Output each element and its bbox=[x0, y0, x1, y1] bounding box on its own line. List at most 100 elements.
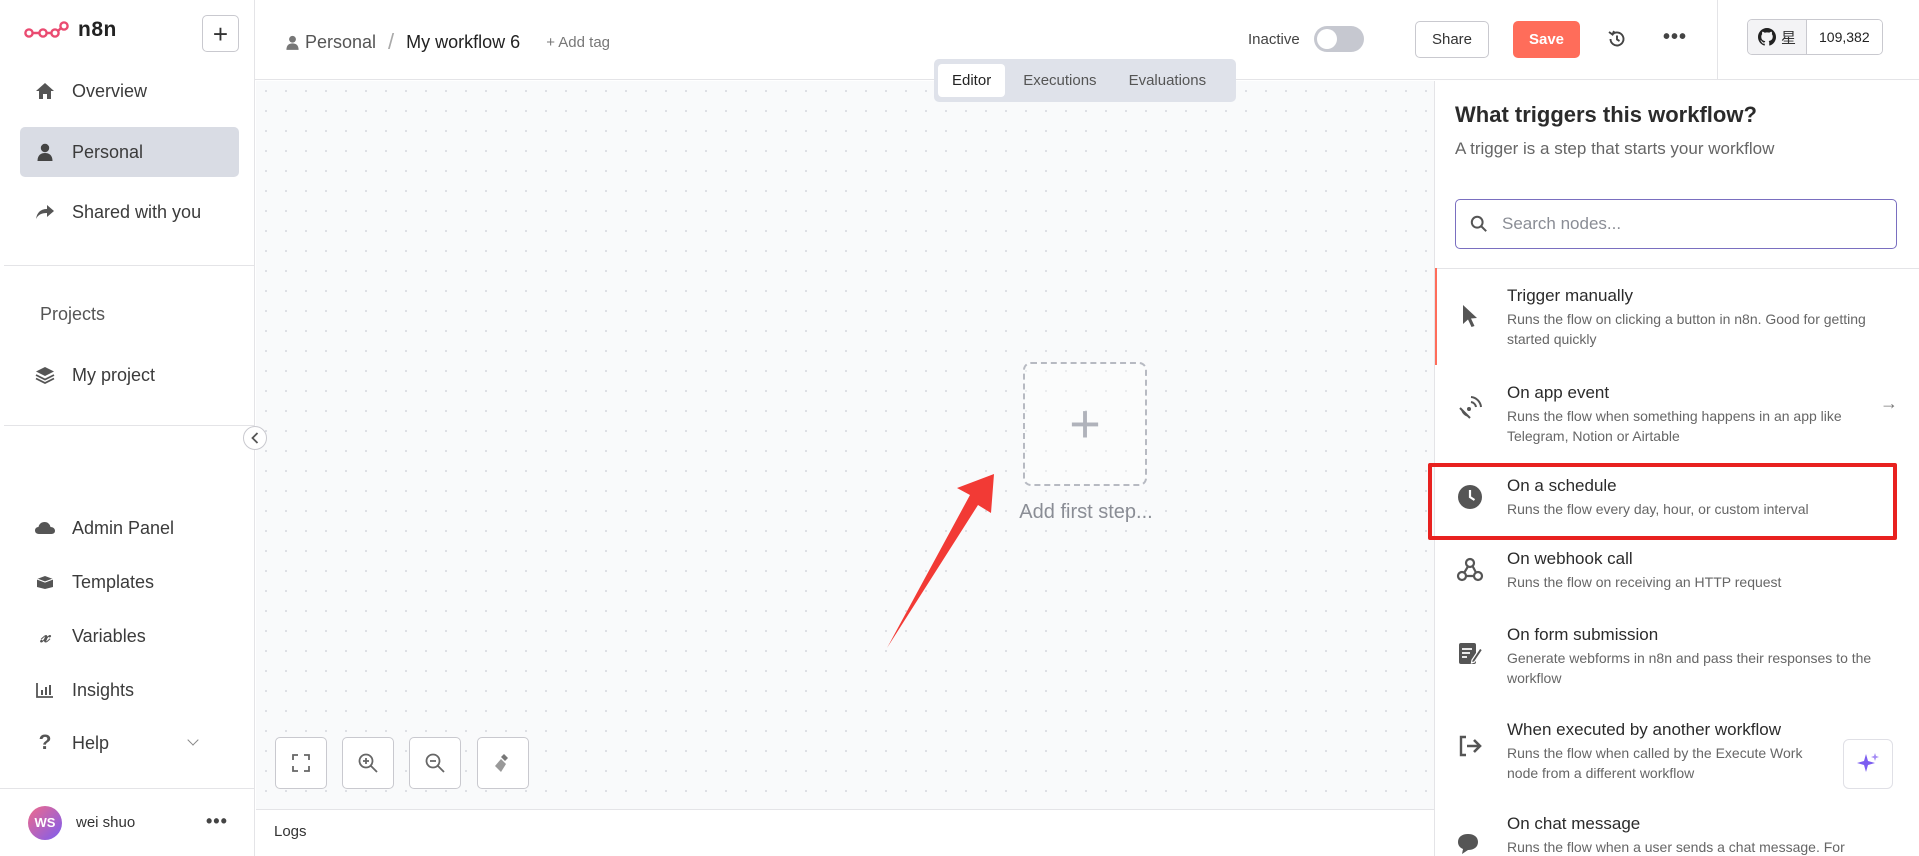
sidebar-item-personal[interactable]: Personal bbox=[20, 127, 239, 177]
sidebar-item-label: Variables bbox=[72, 625, 146, 646]
node-description: Generate webforms in n8n and pass their … bbox=[1507, 650, 1872, 686]
sidebar-item-admin-panel[interactable]: Admin Panel bbox=[20, 503, 239, 553]
avatar: WS bbox=[28, 805, 62, 840]
node-description: Runs the flow on receiving an HTTP reque… bbox=[1507, 574, 1782, 590]
annotation-arrow bbox=[887, 474, 994, 648]
search-input[interactable] bbox=[1502, 214, 1882, 234]
sidebar-item-label: Shared with you bbox=[72, 201, 202, 222]
zoom-in-button[interactable] bbox=[342, 737, 394, 789]
github-star-count: 109,382 bbox=[1807, 20, 1882, 54]
zoom-in-icon bbox=[358, 753, 378, 773]
sidebar-item-my-project[interactable]: My project bbox=[20, 350, 239, 400]
app-name: n8n bbox=[78, 18, 117, 41]
share-icon bbox=[34, 204, 56, 220]
sidebar-item-variables[interactable]: 𝓍 Variables bbox=[20, 611, 239, 661]
sidebar-item-label: My project bbox=[72, 364, 156, 385]
tab-editor[interactable]: Editor bbox=[938, 64, 1006, 97]
user-name: wei shuo bbox=[76, 814, 136, 831]
zoom-out-button[interactable] bbox=[409, 737, 461, 789]
node-title: When executed by another workflow bbox=[1507, 720, 1782, 739]
sidebar-item-shared[interactable]: Shared with you bbox=[20, 187, 239, 237]
user-icon bbox=[34, 143, 56, 161]
history-button[interactable] bbox=[1604, 26, 1630, 52]
node-description: Runs the flow when called by the Execute… bbox=[1507, 745, 1803, 781]
ai-assistant-button[interactable] bbox=[1843, 739, 1893, 789]
trigger-node-webhook[interactable]: On webhook call Runs the flow on receivi… bbox=[1435, 535, 1919, 610]
github-star-label-wrap: 星 bbox=[1748, 20, 1808, 54]
active-toggle[interactable] bbox=[1314, 26, 1364, 52]
header-divider bbox=[1717, 0, 1718, 80]
github-star-label: 星 bbox=[1781, 29, 1797, 47]
collapse-sidebar-button[interactable] bbox=[243, 426, 267, 450]
toggle-knob bbox=[1317, 29, 1337, 49]
user-menu[interactable]: WS wei shuo ••• bbox=[0, 788, 255, 856]
zoom-out-icon bbox=[425, 753, 445, 773]
sidebar-divider bbox=[4, 425, 255, 426]
layers-icon bbox=[34, 366, 56, 384]
add-tag-button[interactable]: + Add tag bbox=[546, 34, 610, 51]
home-icon bbox=[34, 82, 56, 100]
sidebar-item-label: Insights bbox=[72, 679, 135, 700]
add-first-step-label: Add first step... bbox=[1019, 501, 1153, 523]
n8n-logo-icon bbox=[24, 21, 69, 38]
sidebar: n8n + Overview Personal Shared with you … bbox=[0, 0, 255, 856]
sidebar-item-label: Personal bbox=[72, 141, 144, 162]
sidebar-item-label: Templates bbox=[72, 571, 155, 592]
active-status-label: Inactive bbox=[1248, 31, 1300, 48]
box-icon bbox=[34, 574, 56, 590]
create-button[interactable]: + bbox=[202, 15, 239, 52]
add-first-step-button[interactable]: + bbox=[1023, 362, 1147, 486]
workflow-name[interactable]: My workflow 6 bbox=[406, 32, 520, 53]
logs-bar[interactable]: Logs bbox=[256, 809, 1434, 852]
breadcrumb-project[interactable]: Personal bbox=[305, 32, 376, 53]
fullscreen-icon bbox=[292, 754, 310, 772]
sidebar-item-templates[interactable]: Templates bbox=[20, 557, 239, 607]
logs-label: Logs bbox=[274, 822, 307, 840]
node-description: Runs the flow when something happens in … bbox=[1507, 408, 1842, 444]
trigger-node-form[interactable]: On form submission Generate webforms in … bbox=[1435, 610, 1919, 705]
github-icon bbox=[1758, 28, 1776, 46]
question-icon: ? bbox=[38, 731, 52, 754]
fit-view-button[interactable] bbox=[275, 737, 327, 789]
sidebar-item-label: Overview bbox=[72, 80, 148, 101]
github-star-button[interactable]: 星 109,382 bbox=[1747, 19, 1883, 55]
satellite-icon bbox=[1455, 393, 1485, 423]
more-actions-button[interactable]: ••• bbox=[1663, 26, 1687, 49]
variable-icon: 𝓍 bbox=[40, 625, 50, 647]
panel-title: What triggers this workflow? bbox=[1455, 102, 1757, 127]
annotation-highlight-box bbox=[1428, 463, 1897, 540]
share-button[interactable]: Share bbox=[1415, 21, 1489, 58]
tab-evaluations[interactable]: Evaluations bbox=[1115, 64, 1221, 97]
trigger-node-app-event[interactable]: On app event Runs the flow when somethin… bbox=[1435, 365, 1919, 459]
view-tabs: Editor Executions Evaluations bbox=[934, 59, 1236, 102]
trigger-node-chat[interactable]: On chat message Runs the flow when a use… bbox=[1435, 799, 1919, 856]
node-title: Trigger manually bbox=[1507, 286, 1633, 305]
save-button[interactable]: Save bbox=[1513, 21, 1580, 58]
sidebar-item-insights[interactable]: Insights bbox=[20, 665, 239, 715]
sidebar-item-overview[interactable]: Overview bbox=[20, 66, 239, 116]
node-search[interactable] bbox=[1455, 199, 1897, 249]
node-description: Runs the flow on clicking a button in n8… bbox=[1507, 311, 1866, 347]
panel-subtitle: A trigger is a step that starts your wor… bbox=[1455, 139, 1775, 158]
chevron-left-icon bbox=[251, 432, 259, 444]
tidy-up-button[interactable] bbox=[477, 737, 529, 789]
sidebar-item-label: Help bbox=[72, 732, 110, 753]
node-title: On chat message bbox=[1507, 814, 1641, 833]
webhook-icon bbox=[1455, 555, 1485, 585]
n8n-logo[interactable]: n8n bbox=[24, 18, 117, 42]
projects-heading: Projects bbox=[40, 304, 106, 324]
node-description: Runs the flow when a user sends a chat m… bbox=[1507, 839, 1845, 855]
sparkle-icon bbox=[1857, 753, 1879, 772]
more-icon[interactable]: ••• bbox=[206, 811, 228, 832]
cloud-icon bbox=[34, 521, 56, 535]
trigger-node-manual[interactable]: Trigger manually Runs the flow on clicki… bbox=[1435, 269, 1919, 365]
sign-in-icon bbox=[1455, 731, 1485, 761]
tab-executions[interactable]: Executions bbox=[1009, 64, 1110, 97]
chart-icon bbox=[34, 682, 56, 698]
sidebar-item-help[interactable]: ? Help bbox=[20, 718, 239, 768]
arrow-right-icon: → bbox=[1880, 393, 1898, 413]
workflow-canvas[interactable]: + Add first step... bbox=[256, 81, 1434, 809]
plus-icon: + bbox=[1069, 394, 1101, 454]
breadcrumb: Personal / My workflow 6 + Add tag bbox=[286, 29, 610, 55]
node-title: On form submission bbox=[1507, 625, 1659, 644]
